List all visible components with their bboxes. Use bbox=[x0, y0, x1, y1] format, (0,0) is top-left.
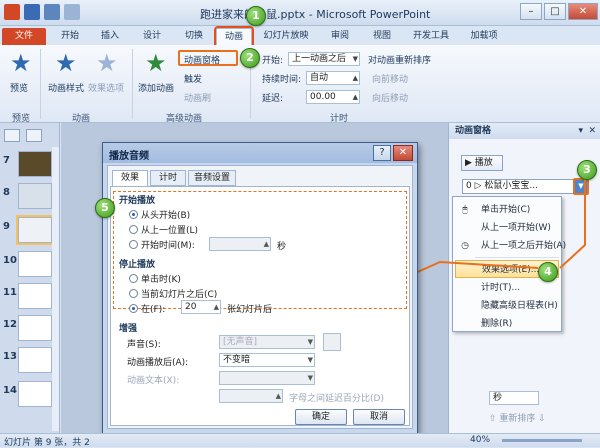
radio-after-current-slide[interactable]: 当前幻灯片之后(C) bbox=[129, 287, 217, 300]
after-animation-label: 动画播放后(A): bbox=[127, 358, 189, 368]
radio-after-slides[interactable]: 在(F): bbox=[129, 302, 165, 315]
stop-section-title: 停止播放 bbox=[119, 260, 156, 270]
ok-button[interactable]: 确定 bbox=[295, 409, 347, 425]
tab-effect[interactable]: 效果 bbox=[112, 170, 148, 187]
slides-count-value: 20 bbox=[185, 302, 197, 312]
start-section-title: 开始播放 bbox=[119, 196, 156, 206]
animate-text-select[interactable]: ▼ bbox=[219, 371, 315, 385]
slide-info: 幻灯片 第 9 张，共 2 bbox=[4, 438, 90, 448]
dialog-body: 效果 计时 音频设置 开始播放 从头开始(B) 从上一位置(L) 开始时间(M)… bbox=[107, 165, 413, 429]
radio-icon bbox=[129, 274, 138, 283]
radio-on-click[interactable]: 单击时(K) bbox=[129, 272, 181, 285]
tab-timing[interactable]: 计时 bbox=[150, 170, 186, 186]
help-button[interactable]: ? bbox=[373, 145, 391, 161]
chevron-down-icon: ▼ bbox=[307, 374, 313, 382]
after-animation-select[interactable]: 不变暗 ▼ bbox=[219, 353, 315, 367]
animate-text-label: 动画文本(X): bbox=[127, 376, 180, 386]
arrow-4-to-dialog bbox=[403, 260, 539, 279]
spin-icon: ▲ bbox=[263, 240, 269, 248]
start-time-field[interactable]: ▲ bbox=[209, 237, 271, 251]
slides-count-unit: 张幻灯片后 bbox=[227, 305, 273, 315]
dialog-titlebar: 播放音频 ? ✕ bbox=[103, 143, 417, 163]
radio-from-beginning[interactable]: 从头开始(B) bbox=[129, 208, 190, 221]
slides-count-field[interactable]: 20 ▲ bbox=[181, 300, 221, 314]
status-bar: 幻灯片 第 9 张，共 2 40% bbox=[0, 433, 600, 448]
enhance-section-title: 增强 bbox=[119, 324, 138, 334]
radio-label: 当前幻灯片之后(C) bbox=[141, 290, 218, 300]
sound-select[interactable]: [无声音] ▼ bbox=[219, 335, 315, 349]
spin-icon: ▲ bbox=[275, 392, 281, 400]
radio-label: 从上一位置(L) bbox=[141, 226, 199, 236]
speaker-icon[interactable] bbox=[323, 333, 341, 351]
radio-selected-icon bbox=[129, 210, 138, 219]
callout-5: 5 bbox=[95, 198, 115, 218]
chevron-down-icon: ▼ bbox=[307, 356, 313, 364]
radio-from-last-position[interactable]: 从上一位置(L) bbox=[129, 223, 198, 236]
chevron-down-icon: ▼ bbox=[307, 338, 313, 346]
radio-icon bbox=[129, 225, 138, 234]
spin-icon: ▲ bbox=[213, 303, 219, 311]
radio-icon bbox=[129, 289, 138, 298]
cancel-button[interactable]: 取消 bbox=[353, 409, 405, 425]
radio-selected-icon bbox=[129, 304, 138, 313]
letter-delay-field[interactable]: ▲ bbox=[219, 389, 283, 403]
effect-panel: 开始播放 从头开始(B) 从上一位置(L) 开始时间(M): ▲ 秒 停止播放 … bbox=[110, 186, 410, 426]
sound-value: [无声音] bbox=[223, 337, 258, 347]
arrow-3-to-4 bbox=[559, 180, 586, 269]
radio-icon bbox=[129, 240, 138, 249]
radio-start-time[interactable]: 开始时间(M): bbox=[129, 238, 195, 251]
radio-label: 从头开始(B) bbox=[141, 211, 191, 221]
after-animation-value: 不变暗 bbox=[223, 355, 251, 365]
letter-delay-label: 字母之间延迟百分比(D) bbox=[289, 394, 384, 404]
radio-label: 在(F): bbox=[141, 305, 166, 315]
dialog-close-button[interactable]: ✕ bbox=[393, 145, 413, 161]
play-audio-dialog: 播放音频 ? ✕ 效果 计时 音频设置 开始播放 从头开始(B) 从上一位置(L… bbox=[102, 142, 418, 434]
start-time-unit: 秒 bbox=[277, 242, 287, 252]
radio-label: 单击时(K) bbox=[141, 275, 181, 285]
sound-label: 声音(S): bbox=[127, 340, 161, 350]
dialog-title: 播放音频 bbox=[109, 151, 149, 162]
tab-audio-settings[interactable]: 音频设置 bbox=[188, 170, 236, 186]
radio-label: 开始时间(M): bbox=[141, 241, 195, 251]
zoom-level: 40% bbox=[470, 435, 491, 445]
zoom-slider[interactable] bbox=[502, 439, 582, 442]
